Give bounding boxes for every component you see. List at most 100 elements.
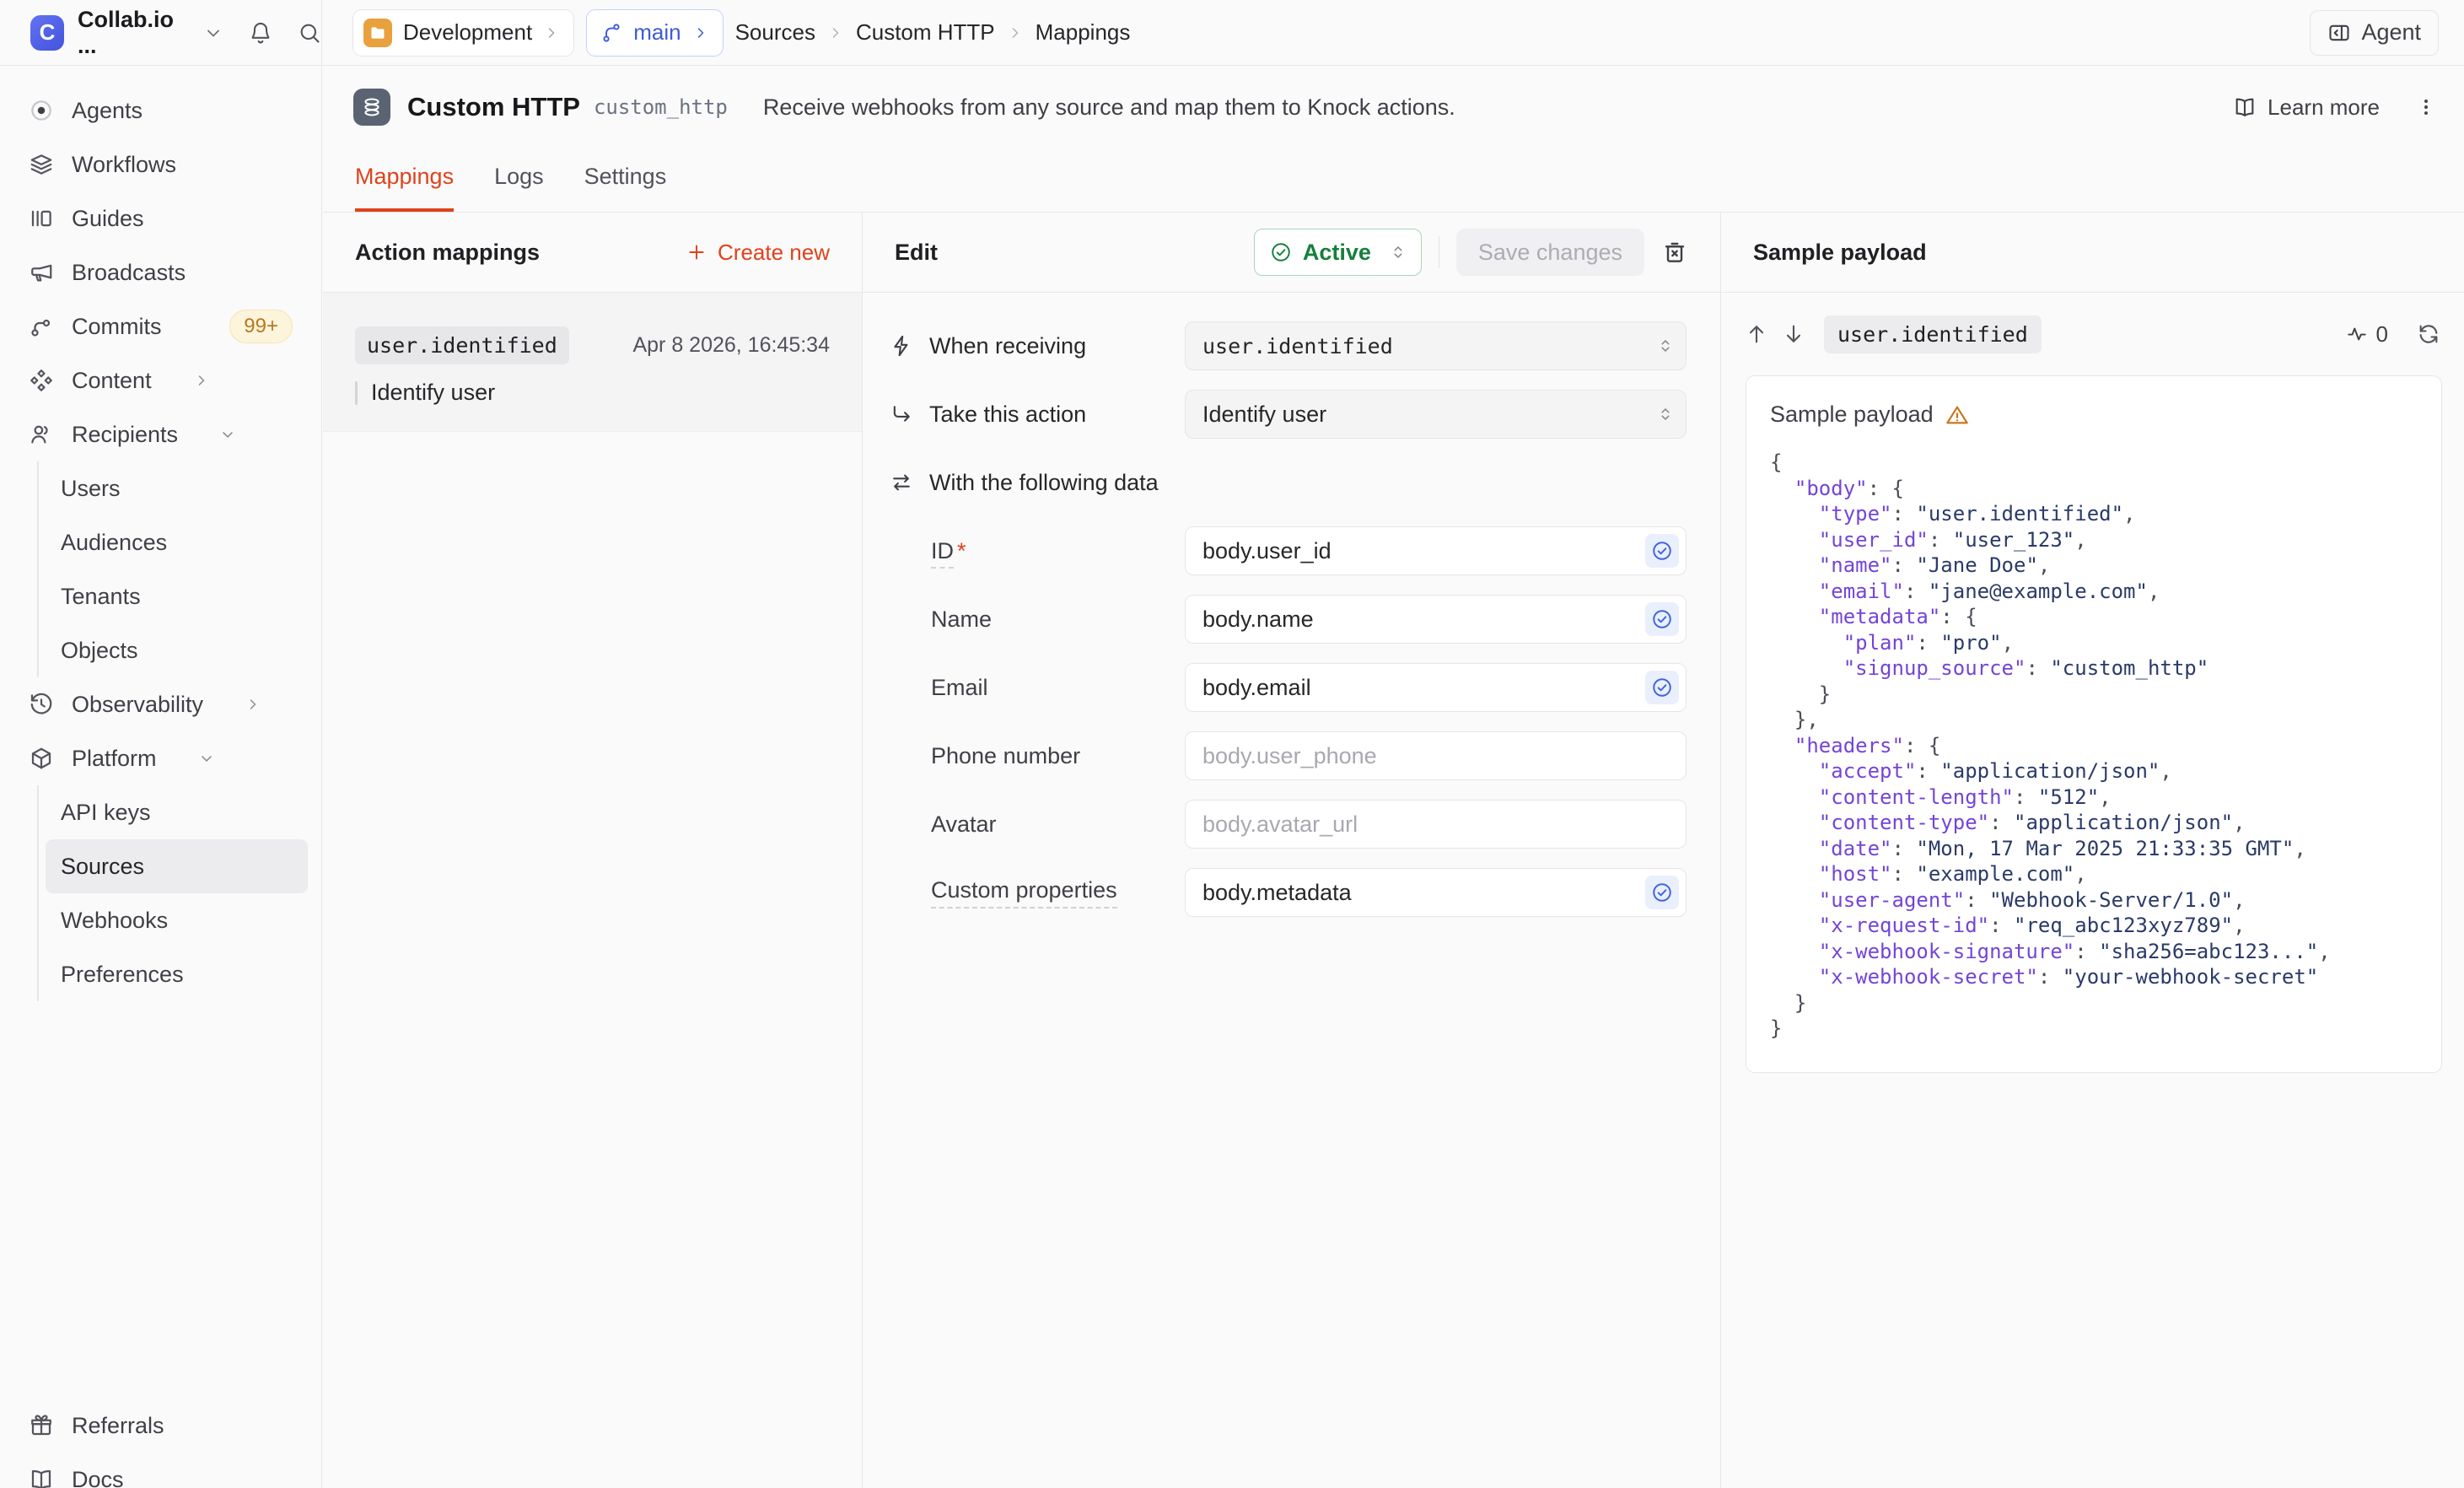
sidebar-item-agents[interactable]: Agents bbox=[0, 84, 321, 137]
chevron-right-icon bbox=[193, 372, 210, 389]
branch-selector[interactable]: main bbox=[586, 9, 723, 57]
chevron-right-icon bbox=[692, 24, 709, 41]
main-content: Custom HTTP custom_http Receive webhooks… bbox=[323, 67, 2464, 1488]
commits-badge: 99+ bbox=[229, 310, 293, 343]
edit-panel: Edit Active Save changes bbox=[863, 213, 1721, 1488]
custom-properties-field[interactable] bbox=[1185, 868, 1687, 917]
field-row-name: Name bbox=[890, 595, 1687, 644]
sidebar-item-workflows[interactable]: Workflows bbox=[0, 137, 321, 191]
avatar-field[interactable] bbox=[1185, 800, 1687, 849]
refresh-icon[interactable] bbox=[2417, 322, 2440, 346]
recipients-subgroup: Users Audiences Tenants Objects bbox=[37, 461, 321, 677]
sample-payload-card: Sample payload { "body": { "type": "user… bbox=[1746, 375, 2442, 1073]
commits-icon bbox=[29, 314, 54, 339]
sidebar-item-audiences[interactable]: Audiences bbox=[39, 515, 321, 569]
sidebar-item-objects[interactable]: Objects bbox=[39, 623, 321, 677]
sidebar-item-users[interactable]: Users bbox=[39, 461, 321, 515]
tab-bar: Mappings Logs Settings bbox=[323, 148, 2464, 213]
field-row-custom-properties: Custom properties bbox=[890, 868, 1687, 917]
payload-line: "accept": "application/json", bbox=[1770, 758, 2418, 784]
payload-line: "x-request-id": "req_abc123xyz789", bbox=[1770, 913, 2418, 939]
megaphone-icon bbox=[29, 260, 54, 285]
sidebar-item-api-keys[interactable]: API keys bbox=[39, 785, 321, 839]
email-field[interactable] bbox=[1185, 663, 1687, 712]
breadcrumb-custom-http[interactable]: Custom HTTP bbox=[856, 19, 995, 46]
source-database-icon bbox=[353, 89, 390, 126]
payload-line: "host": "example.com", bbox=[1770, 861, 2418, 887]
mapping-list-item[interactable]: user.identified Apr 8 2026, 16:45:34 Ide… bbox=[323, 293, 862, 432]
sidebar-item-recipients[interactable]: Recipients bbox=[0, 407, 321, 461]
phone-field[interactable] bbox=[1185, 731, 1687, 780]
action-mappings-panel: Action mappings Create new user.identifi… bbox=[323, 213, 863, 1488]
chevrons-up-down-icon bbox=[1389, 243, 1407, 261]
breadcrumb-separator-icon bbox=[827, 24, 844, 41]
agent-panel-button[interactable]: Agent bbox=[2310, 10, 2439, 56]
breadcrumb-separator-icon bbox=[1007, 24, 1024, 41]
tab-mappings[interactable]: Mappings bbox=[355, 164, 454, 212]
sidebar-item-guides[interactable]: Guides bbox=[0, 191, 321, 245]
breadcrumb-sources[interactable]: Sources bbox=[735, 19, 815, 46]
payload-line: "type": "user.identified", bbox=[1770, 501, 2418, 527]
environment-selector[interactable]: Development bbox=[352, 9, 574, 57]
delete-mapping-icon[interactable] bbox=[1661, 239, 1688, 266]
sidebar-item-commits[interactable]: Commits 99+ bbox=[0, 299, 321, 353]
tab-logs[interactable]: Logs bbox=[494, 164, 544, 212]
activity-pulse-icon[interactable] bbox=[2346, 323, 2368, 345]
payload-event-chip: user.identified bbox=[1824, 315, 2042, 353]
when-receiving-row: When receiving user.identified bbox=[890, 321, 1687, 370]
sidebar-item-referrals[interactable]: Referrals bbox=[0, 1399, 321, 1453]
action-mappings-title: Action mappings bbox=[355, 240, 540, 266]
field-row-id: ID* bbox=[890, 526, 1687, 575]
agents-icon bbox=[29, 98, 54, 123]
payload-line: } bbox=[1770, 682, 2418, 708]
more-options-kebab-icon[interactable] bbox=[2415, 96, 2437, 118]
sidebar-item-preferences[interactable]: Preferences bbox=[39, 947, 321, 1001]
name-field[interactable] bbox=[1185, 595, 1687, 644]
sidebar-item-sources[interactable]: Sources bbox=[46, 839, 308, 893]
sidebar-item-observability[interactable]: Observability bbox=[0, 677, 321, 731]
zap-icon bbox=[890, 334, 913, 358]
save-changes-button[interactable]: Save changes bbox=[1456, 229, 1644, 276]
verified-check-icon bbox=[1645, 671, 1679, 704]
search-icon[interactable] bbox=[298, 21, 321, 45]
verified-check-icon bbox=[1645, 534, 1679, 568]
page-header: Custom HTTP custom_http Receive webhooks… bbox=[323, 67, 2464, 148]
mapping-action-label: Identify user bbox=[371, 380, 495, 406]
environment-label: Development bbox=[403, 19, 532, 46]
plus-icon bbox=[686, 241, 707, 263]
arrow-up-icon[interactable] bbox=[1745, 322, 1768, 346]
sidebar-item-webhooks[interactable]: Webhooks bbox=[39, 893, 321, 947]
workspace-logo: C bbox=[30, 15, 64, 51]
payload-line: }, bbox=[1770, 707, 2418, 733]
sidebar-item-docs[interactable]: Docs bbox=[0, 1453, 321, 1488]
status-select[interactable]: Active bbox=[1254, 229, 1422, 276]
id-field[interactable] bbox=[1185, 526, 1687, 575]
create-new-button[interactable]: Create new bbox=[686, 240, 830, 266]
take-action-select[interactable]: Identify user bbox=[1185, 390, 1687, 439]
gift-icon bbox=[29, 1413, 54, 1438]
payload-line: "x-webhook-signature": "sha256=abc123...… bbox=[1770, 939, 2418, 965]
when-receiving-select[interactable]: user.identified bbox=[1185, 321, 1687, 370]
notifications-bell-icon[interactable] bbox=[249, 21, 272, 45]
chevron-right-icon bbox=[245, 696, 261, 713]
transfer-arrows-icon bbox=[890, 471, 913, 494]
warning-triangle-icon bbox=[1945, 403, 1969, 427]
sidebar-item-content[interactable]: Content bbox=[0, 353, 321, 407]
payload-line: "body": { bbox=[1770, 476, 2418, 502]
status-value: Active bbox=[1303, 240, 1371, 266]
learn-more-link[interactable]: Learn more bbox=[2233, 94, 2380, 121]
with-data-row: With the following data bbox=[890, 458, 1687, 507]
workspace-switcher[interactable]: C Collab.io ... bbox=[0, 0, 322, 65]
arrow-down-icon[interactable] bbox=[1782, 322, 1805, 346]
sidebar-item-tenants[interactable]: Tenants bbox=[39, 569, 321, 623]
panels-icon bbox=[29, 206, 54, 231]
tab-settings[interactable]: Settings bbox=[584, 164, 667, 212]
history-clock-icon bbox=[29, 692, 54, 717]
git-branch-icon bbox=[600, 22, 622, 44]
mapping-event-chip: user.identified bbox=[355, 326, 569, 364]
sidebar-item-platform[interactable]: Platform bbox=[0, 731, 321, 785]
corner-down-right-icon bbox=[890, 402, 913, 426]
payload-card-title: Sample payload bbox=[1770, 402, 1934, 428]
sidebar-item-broadcasts[interactable]: Broadcasts bbox=[0, 245, 321, 299]
field-row-avatar: Avatar bbox=[890, 800, 1687, 849]
